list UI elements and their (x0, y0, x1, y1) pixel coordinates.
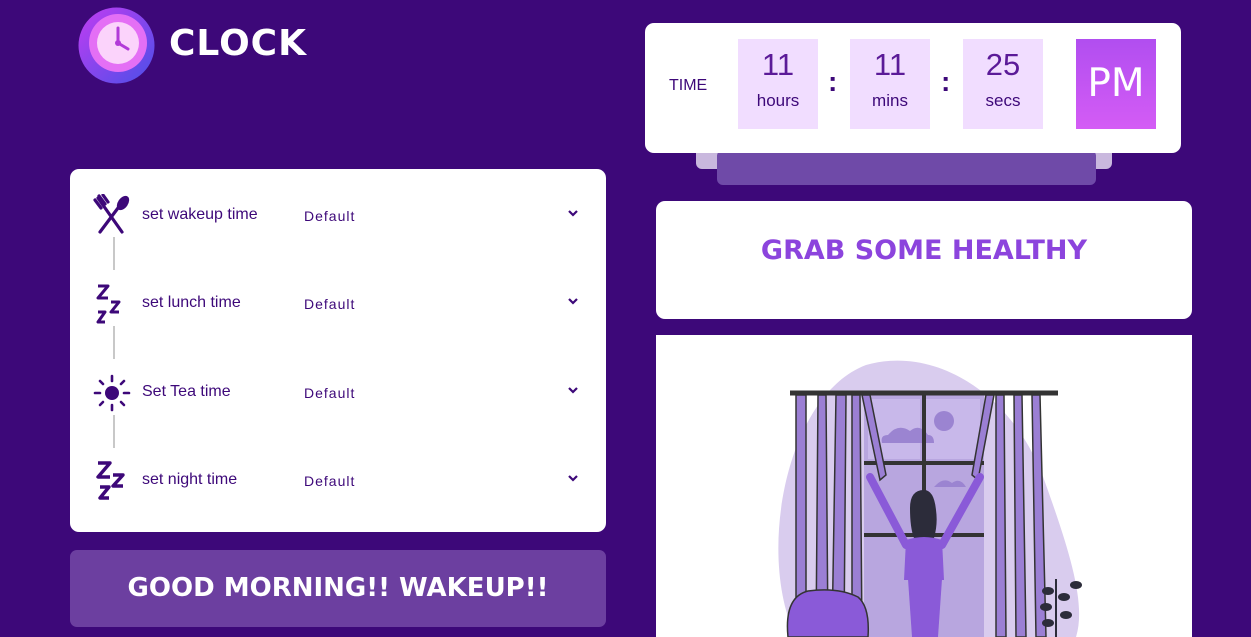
chevron-down-icon[interactable] (566, 383, 580, 397)
hours-value: 11 (761, 47, 795, 82)
schedule-label: set night time (142, 471, 238, 488)
chevron-down-icon[interactable] (566, 206, 580, 220)
timeline-connector (113, 326, 115, 359)
schedule-select-value[interactable]: Default (304, 473, 355, 489)
separator: : (941, 66, 951, 97)
hours-box: 11 hours (738, 39, 818, 129)
schedule-row-lunch[interactable]: set lunch time Default (70, 278, 606, 328)
zzz-icon (96, 461, 125, 500)
zzz-icon (96, 284, 121, 324)
schedule-select-value[interactable]: Default (304, 385, 355, 401)
mins-value: 11 (873, 47, 907, 82)
secs-label: secs (985, 91, 1021, 110)
secs-box: 25 secs (963, 39, 1043, 129)
clock-logo-icon (78, 7, 155, 84)
schedule-select-value[interactable]: Default (304, 296, 355, 312)
time-label: TIME (669, 77, 708, 94)
schedule-row-tea[interactable]: Set Tea time Default (70, 367, 606, 417)
illustration-panel (656, 335, 1192, 637)
app-logo: CLOCK (78, 7, 307, 84)
schedule-select-value[interactable]: Default (304, 208, 355, 224)
mins-label: mins (872, 91, 908, 110)
schedule-label: set wakeup time (142, 206, 258, 223)
timeline-connector (113, 415, 115, 448)
schedule-label: Set Tea time (142, 383, 231, 400)
meal-message: GRAB SOME HEALTHY BREAKFAST!!! (656, 201, 1192, 366)
secs-value: 25 (985, 47, 1021, 82)
ampm-indicator: PM (1076, 39, 1156, 129)
wake-up-button[interactable]: GOOD MORNING!! WAKEUP!! (70, 550, 606, 627)
schedule-row-wakeup[interactable]: set wakeup time Default (70, 190, 606, 240)
chevron-down-icon[interactable] (566, 294, 580, 308)
chevron-down-icon[interactable] (566, 471, 580, 485)
schedule-row-night[interactable]: set night time Default (70, 455, 606, 505)
mins-box: 11 mins (850, 39, 930, 129)
app-title: CLOCK (169, 23, 307, 64)
sun-icon (93, 374, 131, 412)
woman-opening-curtains-illustration (778, 360, 1082, 637)
time-display-card: TIME 11 hours : 11 mins : 25 secs PM (645, 23, 1181, 153)
timeline-connector (113, 237, 115, 270)
hours-label: hours (756, 91, 800, 110)
separator: : (828, 66, 838, 97)
schedule-label: set lunch time (142, 294, 241, 311)
schedule-card: set wakeup time Default set lunch time D… (70, 169, 606, 532)
card-shadow-layer-2 (717, 150, 1096, 185)
fork-spoon-icon (93, 194, 130, 234)
